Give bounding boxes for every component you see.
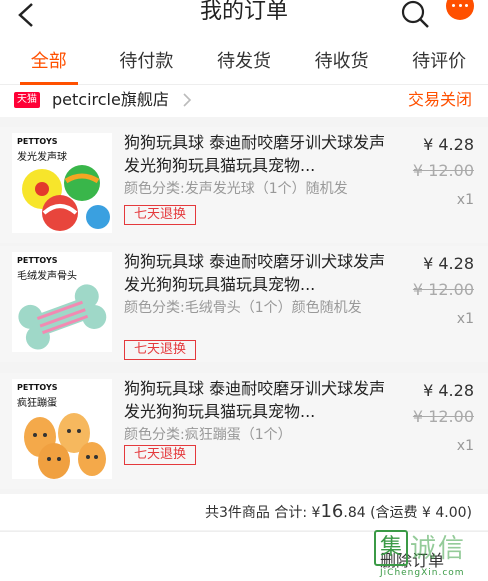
back-arrow-icon[interactable] — [14, 0, 40, 30]
delete-order-button[interactable]: 删除订单 — [380, 546, 480, 576]
item-price: ¥ 4.28 — [423, 381, 474, 400]
item-original-price: ¥ 12.00 — [412, 407, 474, 426]
item-original-price: ¥ 12.00 — [412, 280, 474, 299]
item-title[interactable]: 狗狗玩具球 泰迪耐咬磨牙训犬球发声发光狗狗玩具猫玩具宠物... — [124, 250, 386, 296]
item-original-price: ¥ 12.00 — [412, 161, 474, 180]
crazy-egg-icon — [24, 413, 106, 479]
tab-pending-review[interactable]: 待评价 — [390, 36, 488, 84]
item-quantity: x1 — [456, 311, 474, 327]
top-bar: 我的订单 — [0, 0, 488, 36]
search-icon[interactable] — [400, 0, 430, 30]
shop-name[interactable]: petcircle旗舰店 — [52, 89, 169, 111]
return-tag: 七天退换 — [124, 340, 196, 360]
plush-bone-icon — [18, 284, 107, 350]
order-item[interactable]: PETTOYS 发光发声球 狗狗玩具球 泰迪耐咬磨牙训犬球发声发光狗狗玩具猫玩具… — [0, 127, 488, 243]
item-price: ¥ 4.28 — [423, 135, 474, 154]
item-quantity: x1 — [456, 438, 474, 454]
item-title[interactable]: 狗狗玩具球 泰迪耐咬磨牙训犬球发声发光狗狗玩具猫玩具宠物... — [124, 377, 386, 423]
tmall-icon: 天猫 — [14, 92, 40, 108]
tab-pending-shipment[interactable]: 待发货 — [195, 36, 293, 84]
item-spec: 颜色分类:毛绒骨头（1个）颜色随机发 — [124, 300, 362, 316]
thumb-brand: PETTOYS — [17, 137, 58, 146]
order-status: 交易关闭 — [407, 90, 472, 109]
more-icon[interactable] — [446, 0, 474, 20]
order-footer: 删除订单 — [0, 531, 488, 581]
product-image[interactable]: PETTOYS 毛绒发声骨头 — [12, 252, 112, 352]
tab-all[interactable]: 全部 — [0, 36, 98, 85]
shop-header[interactable]: 天猫 petcircle旗舰店 交易关闭 — [0, 85, 488, 117]
return-tag: 七天退换 — [124, 205, 196, 225]
total-integer: 16 — [320, 501, 344, 522]
product-image[interactable]: PETTOYS 疯狂蹦蛋 — [12, 379, 112, 479]
item-quantity: x1 — [456, 192, 474, 208]
thumb-brand: PETTOYS — [17, 256, 58, 265]
order-summary: 共3件商品 合计: ¥16.84 (含运费 ¥ 4.00) — [0, 494, 488, 530]
thumb-brand: PETTOYS — [17, 383, 58, 392]
total-decimal: .84 — [343, 505, 366, 521]
order-tabs: 全部 待付款 待发货 待收货 待评价 — [0, 36, 488, 85]
chevron-right-icon — [183, 93, 192, 107]
tab-pending-payment[interactable]: 待付款 — [98, 36, 196, 84]
item-price: ¥ 4.28 — [423, 254, 474, 273]
order-item[interactable]: PETTOYS 疯狂蹦蛋 狗狗玩具球 泰迪耐咬磨牙训犬球发声发光狗狗玩具猫玩具宠… — [0, 373, 488, 489]
return-tag: 七天退换 — [124, 445, 196, 465]
product-image[interactable]: PETTOYS 发光发声球 — [12, 133, 112, 233]
item-count: 共3件商品 — [205, 505, 270, 521]
tab-pending-receipt[interactable]: 待收货 — [293, 36, 391, 84]
item-title[interactable]: 狗狗玩具球 泰迪耐咬磨牙训犬球发声发光狗狗玩具猫玩具宠物... — [124, 131, 386, 177]
order-item[interactable]: PETTOYS 毛绒发声骨头 狗狗玩具球 泰迪耐咬磨牙训犬球发声发光狗狗玩具猫玩… — [0, 246, 488, 362]
total-label: 合计: ¥ — [274, 505, 321, 521]
shipping-fee: (含运费 ¥ 4.00) — [370, 505, 472, 521]
page-title: 我的订单 — [199, 0, 288, 24]
glowing-balls-icon — [22, 165, 110, 231]
